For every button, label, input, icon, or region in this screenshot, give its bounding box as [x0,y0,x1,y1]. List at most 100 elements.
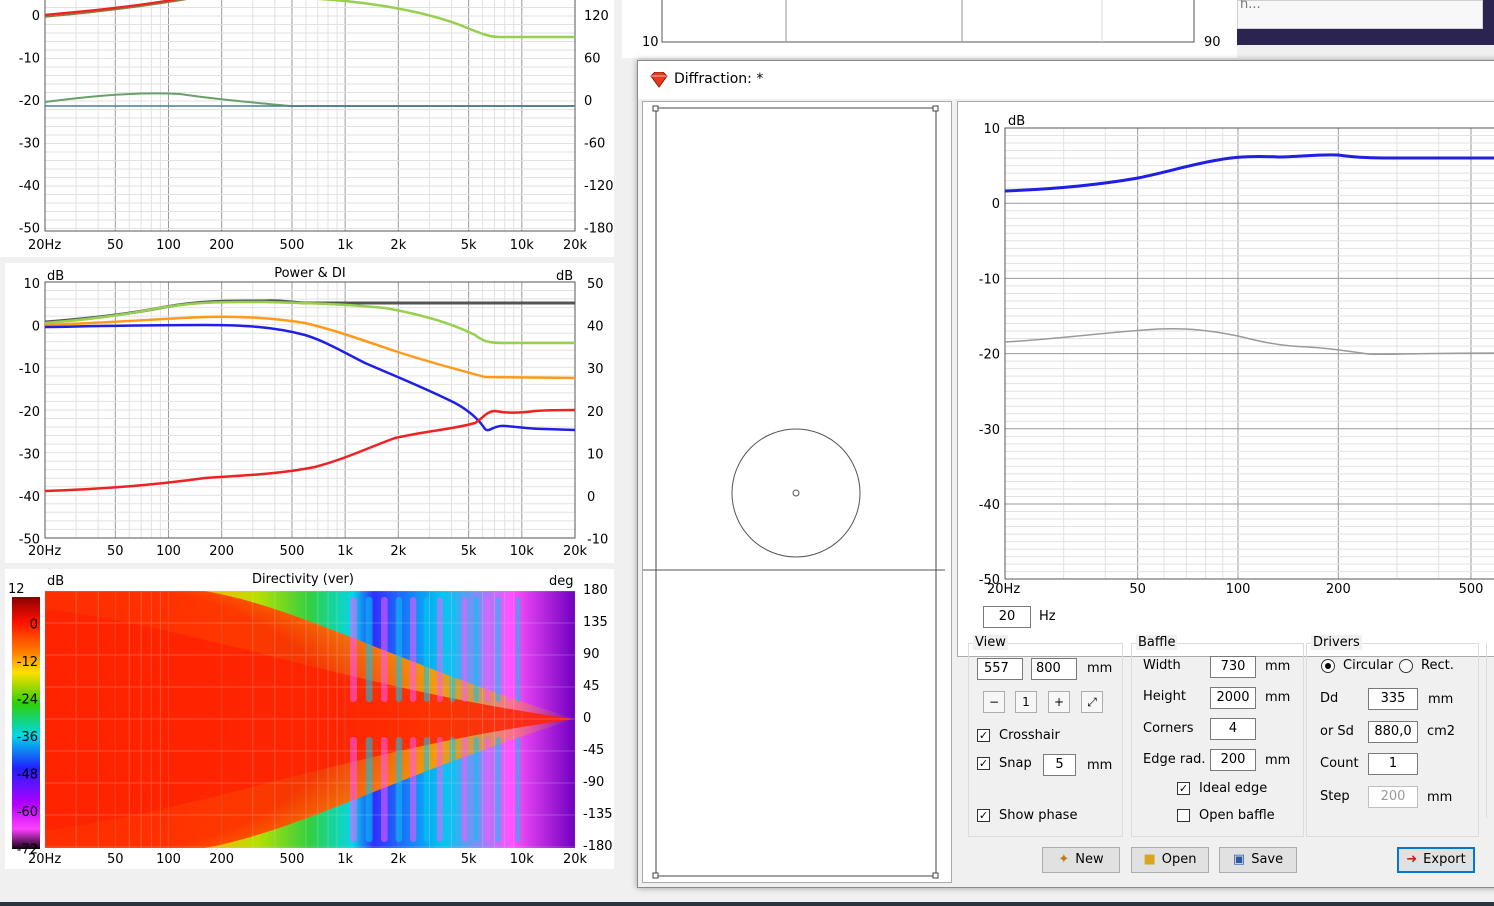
dialog-response-panel: dB 100-10-20-30-40-5020Hz501002005001k [957,101,1494,657]
background-chart-frame [661,0,1195,43]
view-x-input[interactable]: 557 [977,658,1023,680]
height-input[interactable]: 2000 [1210,687,1256,709]
dd-input[interactable]: 335 [1368,688,1418,710]
scale-tick-label: -12 [17,655,38,670]
zoom-in-icon[interactable]: + [1048,691,1070,713]
ideal-edge-checkbox[interactable]: ✓ [1177,782,1190,795]
export-button[interactable]: ➜ Export [1397,847,1475,873]
y-tick-label: 60 [584,52,601,67]
y-tick-label: -20 [979,348,1000,363]
export-button-label: Export [1423,852,1466,867]
drivers-group-label: Drivers [1311,635,1362,650]
step-unit: mm [1427,790,1453,805]
circular-label: Circular [1343,658,1394,673]
deg-tick-label: 135 [583,615,608,630]
rect-label: Rect. [1421,658,1454,673]
width-input[interactable]: 730 [1210,656,1256,678]
corners-input[interactable]: 4 [1210,718,1256,740]
diffraction-app-icon [650,72,668,88]
lobe-band [410,737,417,842]
phase-curve-green-low [44,92,575,107]
phase-curve-green [316,0,575,39]
crosshair-checkbox[interactable]: ✓ [977,729,990,742]
dd-label: Dd [1320,691,1339,706]
x-tick-label: 200 [209,238,234,253]
baffle-handle[interactable] [652,872,659,879]
step-input[interactable]: 200 [1368,786,1418,808]
zoom-out-icon[interactable]: − [983,691,1005,713]
x-tick-label: 20Hz [28,238,61,253]
baffle-handle[interactable] [932,105,939,112]
edge-rad-input[interactable]: 200 [1210,749,1256,771]
scale-tick-label: -60 [17,805,38,820]
edge-rad-label: Edge rad. [1143,752,1206,767]
power-unit-left: dB [47,269,64,284]
x-tick-label: 1k [337,544,353,559]
right-edge-control[interactable] [1486,643,1494,818]
snap-input[interactable]: 5 [1043,754,1076,776]
view-unit: mm [1087,661,1113,676]
lobe-band [381,737,388,842]
driver-center[interactable] [792,489,800,497]
baffle-handle[interactable] [932,872,939,879]
x-tick-label: 200 [209,544,234,559]
lobe-band [395,737,403,842]
rect-radio[interactable] [1399,659,1413,673]
dialog-titlebar[interactable]: Diffraction: * [638,61,1494,99]
x-tick-label: 2k [390,238,406,253]
save-button[interactable]: ▣ Save [1219,847,1297,873]
folder-icon: ■ [1143,852,1156,867]
scale-top-label: 12 [8,582,25,597]
deg-tick-label: -180 [583,839,613,854]
x-tick-label: 10k [510,852,535,867]
export-arrow-icon: ➜ [1406,852,1418,867]
open-baffle-label: Open baffle [1199,808,1275,823]
floppy-icon: ▣ [1232,852,1246,867]
new-button[interactable]: ✦ New [1042,847,1120,873]
deg-tick-label: -90 [583,775,604,790]
scale-tick-label: 0 [30,618,38,633]
x-tick-label: 50 [107,544,124,559]
frequency-input[interactable]: 20 [983,606,1031,628]
background-chart-panel: 10 90 [622,0,1237,58]
power-unit-right: dB [556,269,573,284]
x-tick-label: 100 [156,852,181,867]
show-phase-label: Show phase [999,808,1078,823]
x-tick-label: 1k [337,238,353,253]
dd-unit: mm [1428,692,1454,707]
x-tick-label: 5k [461,544,477,559]
open-baffle-checkbox[interactable] [1177,809,1190,822]
x-tick-label: 100 [156,544,181,559]
sd-input[interactable]: 880,0 [1368,721,1418,743]
show-phase-checkbox[interactable]: ✓ [977,809,990,822]
bg-ytick-right: 90 [1204,35,1221,50]
phase-plot-frame [44,0,576,232]
driver-circle[interactable] [731,428,861,558]
lobe-band [462,597,468,702]
y-tick-label: -40 [979,498,1000,513]
open-button[interactable]: ■ Open [1131,847,1209,873]
y-tick-label: 120 [584,9,609,24]
deg-tick-label: 0 [583,711,591,726]
directivity-chart-panel: 12 0 -12 -24 -36 -48 -60 -72 Directivity (ver)… [5,569,614,869]
x-tick-label: 5k [461,238,477,253]
count-input[interactable]: 1 [1368,753,1418,775]
new-button-label: New [1075,852,1104,867]
lobe-band [495,737,501,842]
zoom-actual-icon[interactable]: 1 [1015,691,1037,713]
view-y-input[interactable]: 800 [1031,658,1077,680]
y-tick-label: -180 [584,222,614,237]
y-tick-label: -30 [19,447,40,462]
power-di-chart: Power & DI dB dB 100-10-20-30-40-5050403… [19,266,608,559]
baffle-handle[interactable] [652,105,659,112]
search-box[interactable]: h... [1237,0,1483,29]
baffle-outline [655,107,937,877]
baffle-canvas[interactable] [642,101,952,883]
circular-radio[interactable] [1321,659,1335,673]
y-tick-label: -50 [19,222,40,237]
power-curve-red [44,408,576,493]
y-tick-label: -30 [19,137,40,152]
snap-checkbox[interactable]: ✓ [977,757,990,770]
y-tick-label: 0 [587,490,595,505]
zoom-fit-icon[interactable]: ⤢ [1081,691,1103,713]
